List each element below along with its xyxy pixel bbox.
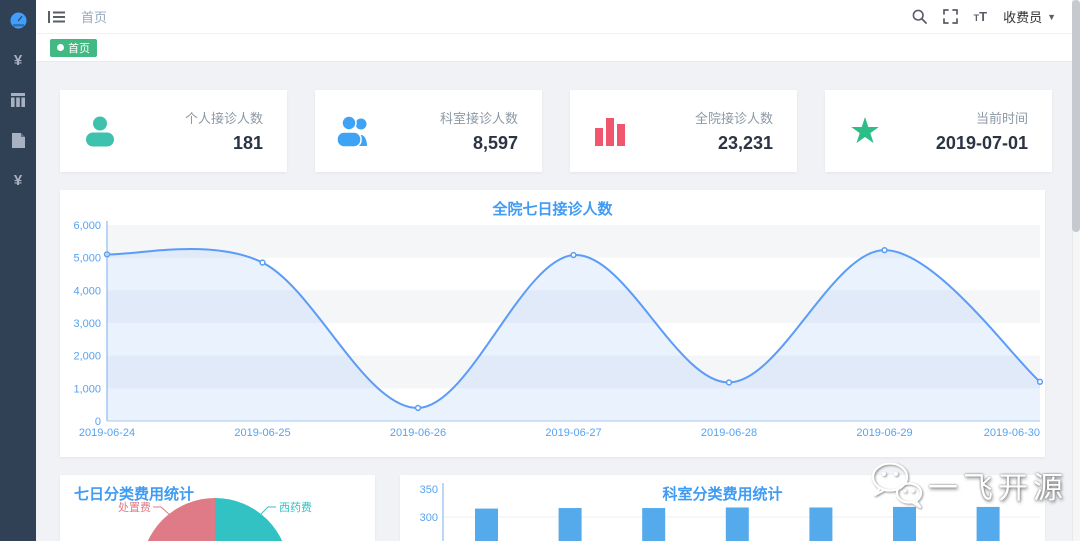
fullscreen-button[interactable] — [943, 9, 958, 24]
svg-text:2019-06-25: 2019-06-25 — [234, 427, 290, 439]
search-icon — [912, 9, 927, 24]
star-icon: ★ — [849, 113, 881, 149]
stat-card-current-date: ★ 当前时间 2019-07-01 — [825, 90, 1052, 172]
bar-chart-icon — [593, 114, 627, 148]
seven-day-visits-line-chart: 01,0002,0003,0004,0005,0006,0002019-06-2… — [60, 215, 1045, 455]
tag-label: 首页 — [68, 40, 90, 56]
svg-text:1,000: 1,000 — [73, 383, 101, 395]
bar-chart-title: 科室分类费用统计 — [400, 483, 1045, 504]
sidebar-item-dashboard[interactable] — [0, 0, 36, 40]
svg-text:2019-06-27: 2019-06-27 — [545, 427, 601, 439]
tags-view-bar: 首页 — [36, 34, 1072, 62]
stat-card-personal-visits: 个人接诊人数 181 — [60, 90, 287, 172]
sidebar-item-charge[interactable]: ¥ — [0, 40, 36, 80]
navbar: 首页 TT 收费员 ▼ — [36, 0, 1072, 34]
stat-value: 181 — [140, 133, 263, 154]
breadcrumb[interactable]: 首页 — [81, 7, 107, 26]
stat-value: 8,597 — [395, 133, 518, 154]
hamburger-menu-button[interactable] — [36, 0, 77, 34]
stat-label: 当前时间 — [905, 108, 1028, 127]
yen-icon: ¥ — [14, 172, 22, 189]
table-icon — [11, 93, 25, 107]
stat-value: 23,231 — [650, 133, 773, 154]
font-size-button[interactable]: TT — [974, 10, 987, 23]
hamburger-icon — [48, 10, 65, 24]
line-chart-title: 全院七日接诊人数 — [60, 198, 1045, 219]
svg-text:2019-06-26: 2019-06-26 — [390, 427, 446, 439]
pie-chart-panel: 处置费西药费 七日分类费用统计 — [60, 475, 375, 541]
svg-text:2019-06-28: 2019-06-28 — [701, 427, 757, 439]
svg-text:300: 300 — [420, 512, 438, 524]
svg-text:2,000: 2,000 — [73, 351, 101, 363]
user-dropdown[interactable]: 收费员 ▼ — [1003, 7, 1056, 26]
sidebar: ¥ ¥ — [0, 0, 36, 541]
svg-text:5,000: 5,000 — [73, 253, 101, 265]
dashboard-icon — [10, 12, 27, 29]
stat-label: 个人接诊人数 — [140, 108, 263, 127]
stat-label: 全院接诊人数 — [650, 108, 773, 127]
tag-home[interactable]: 首页 — [50, 39, 97, 57]
user-name: 收费员 — [1003, 7, 1042, 26]
yen-icon: ¥ — [14, 52, 22, 69]
pie-chart-title: 七日分类费用统计 — [60, 483, 375, 504]
scrollbar-thumb[interactable] — [1072, 0, 1080, 232]
sidebar-item-table[interactable] — [0, 80, 36, 120]
scrollbar-track[interactable] — [1072, 0, 1080, 541]
sidebar-item-fees[interactable]: ¥ — [0, 160, 36, 200]
stat-value: 2019-07-01 — [905, 133, 1028, 154]
sidebar-item-document[interactable] — [0, 120, 36, 160]
tag-active-dot — [57, 44, 64, 51]
svg-text:2019-06-29: 2019-06-29 — [856, 427, 912, 439]
svg-text:4,000: 4,000 — [73, 285, 101, 297]
search-button[interactable] — [912, 9, 927, 24]
fullscreen-icon — [943, 9, 958, 24]
svg-text:3,000: 3,000 — [73, 318, 101, 330]
bar-chart-panel: 350300 科室分类费用统计 — [400, 475, 1045, 541]
document-icon — [12, 133, 25, 148]
stat-label: 科室接诊人数 — [395, 108, 518, 127]
chevron-down-icon: ▼ — [1047, 12, 1056, 22]
svg-text:2019-06-24: 2019-06-24 — [79, 427, 135, 439]
stat-card-hospital-visits: 全院接诊人数 23,231 — [570, 90, 797, 172]
person-icon — [82, 113, 118, 149]
line-chart-panel: 全院七日接诊人数 01,0002,0003,0004,0005,0006,000… — [60, 190, 1045, 457]
stat-card-department-visits: 科室接诊人数 8,597 — [315, 90, 542, 172]
svg-text:6,000: 6,000 — [73, 220, 101, 232]
people-icon — [335, 113, 375, 149]
svg-text:2019-06-30: 2019-06-30 — [984, 427, 1040, 439]
